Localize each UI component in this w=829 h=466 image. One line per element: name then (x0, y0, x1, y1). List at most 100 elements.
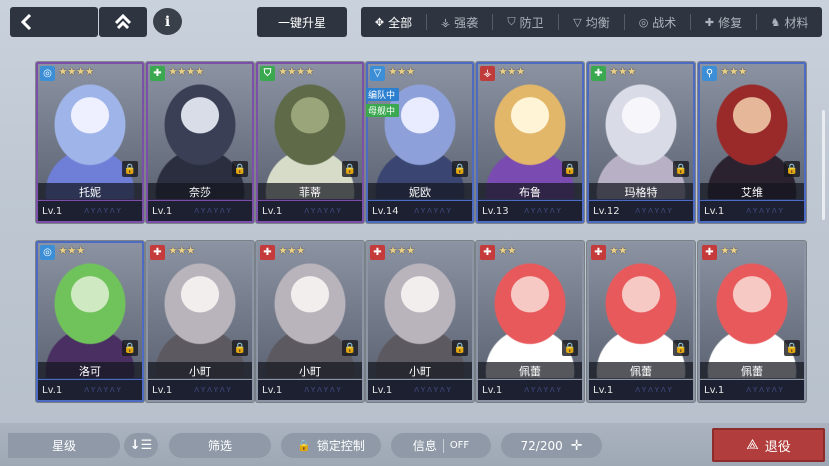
character-name: 洛可 (38, 362, 142, 379)
role-tabs: ✥ 全部 ⚶ 强袭 ⛉ 防卫 ▽ 均衡 ◎ 战术 ✚ 修复 ♞ 材料 (361, 7, 822, 37)
shipgirl-card[interactable]: ✚ ★★★ 🔒 小町 Lv.1 ʌʏʌʏʌʏ (146, 241, 254, 402)
info-button[interactable]: i (153, 8, 182, 35)
star-rating: ★★ (498, 244, 517, 257)
dock-count: 72/200 (520, 438, 563, 453)
shipgirl-card[interactable]: ✚ ★★★ 🔒 小町 Lv.1 ʌʏʌʏʌʏ (256, 241, 364, 402)
role-defense-icon: ⛉ (260, 66, 275, 81)
role-assault-icon: ⚶ (480, 66, 495, 81)
level-label: Lv.1 (262, 384, 283, 396)
tab-material[interactable]: ♞ 材料 (757, 7, 822, 37)
chevron-decor: ʌʏʌʏʌʏ (194, 385, 233, 395)
star-rating: ★★★ (498, 65, 526, 78)
role-repair-icon: ✚ (591, 66, 606, 81)
star-rating: ★★★ (720, 65, 748, 78)
character-portrait (700, 243, 804, 378)
chevron-decor: ʌʏʌʏʌʏ (84, 385, 123, 395)
character-name: 艾维 (700, 183, 804, 200)
shipgirl-card[interactable]: ✚ ★★ 🔒 佩蕾 Lv.1 ʌʏʌʏʌʏ (476, 241, 584, 402)
lock-icon[interactable]: 🔒 (122, 161, 138, 177)
tab-all[interactable]: ✥ 全部 (361, 7, 426, 37)
one-click-upgrade-button[interactable]: 一键升星 (257, 7, 347, 37)
chevron-decor: ʌʏʌʏʌʏ (414, 385, 453, 395)
level-bar: Lv.14 ʌʏʌʏʌʏ (368, 201, 472, 221)
role-repair-red-icon: ✚ (150, 245, 165, 260)
back-button[interactable] (10, 7, 98, 37)
character-name: 布鲁 (478, 183, 582, 200)
retire-button[interactable]: ⟁ 退役 (712, 428, 825, 462)
rarity-sort-button[interactable]: 星级 (8, 433, 120, 458)
level-label: Lv.1 (262, 205, 283, 217)
lock-icon[interactable]: 🔒 (562, 161, 578, 177)
shipgirl-card[interactable]: ◎ ★★★ 🔒 洛可 Lv.1 ʌʏʌʏʌʏ (36, 241, 144, 402)
in-mothership-tag: 母舰中 (366, 104, 400, 117)
tab-repair[interactable]: ✚ 修复 (691, 7, 756, 37)
character-name: 小町 (148, 362, 252, 379)
repair-icon: ✚ (704, 15, 715, 29)
back-arrow-icon (20, 14, 32, 30)
tab-tactics[interactable]: ◎ 战术 (625, 7, 690, 37)
level-bar: Lv.1 ʌʏʌʏʌʏ (589, 380, 693, 400)
home-icon (114, 14, 132, 30)
tab-label: 强袭 (454, 15, 479, 30)
shipgirl-card[interactable]: ⛉ ★★★★ 🔒 菲蒂 Lv.1 ʌʏʌʏʌʏ (256, 62, 364, 223)
shipgirl-card[interactable]: ✚ ★★★ 🔒 玛格特 Lv.12 ʌʏʌʏʌʏ (587, 62, 695, 223)
level-label: Lv.1 (482, 384, 503, 396)
shipgirl-card[interactable]: ⚲ ★★★ 🔒 艾维 Lv.1 ʌʏʌʏʌʏ (698, 62, 806, 223)
level-label: Lv.12 (593, 205, 620, 217)
level-label: Lv.1 (152, 205, 173, 217)
filter-label: 筛选 (207, 439, 232, 453)
shipgirl-card[interactable]: ◎ ★★★★ 🔒 托妮 Lv.1 ʌʏʌʏʌʏ (36, 62, 144, 223)
character-name: 奈莎 (148, 183, 252, 200)
level-bar: Lv.12 ʌʏʌʏʌʏ (589, 201, 693, 221)
sort-order-button[interactable]: ↓☰ (124, 433, 158, 458)
lock-icon[interactable]: 🔒 (784, 340, 800, 356)
in-fleet-tag: 编队中 (366, 88, 400, 101)
level-label: Lv.13 (482, 205, 509, 217)
shipgirl-card[interactable]: ▽ ★★★ 🔒 妮欧 Lv.14 ʌʏʌʏʌʏ 编队中 母舰中 (366, 62, 474, 223)
info-label: 信息 (412, 439, 437, 453)
star-rating: ★★★ (609, 65, 637, 78)
home-button[interactable] (99, 7, 147, 37)
tab-assault[interactable]: ⚶ 强袭 (427, 7, 492, 37)
star-rating: ★★ (720, 244, 739, 257)
tab-label: 全部 (388, 15, 413, 30)
character-name: 佩蕾 (478, 362, 582, 379)
lock-icon[interactable]: 🔒 (342, 161, 358, 177)
shipgirl-card[interactable]: ✚ ★★ 🔒 佩蕾 Lv.1 ʌʏʌʏʌʏ (587, 241, 695, 402)
tab-defense[interactable]: ⛉ 防卫 (493, 7, 558, 37)
lock-icon[interactable]: 🔒 (342, 340, 358, 356)
role-tactics-icon: ◎ (40, 66, 55, 81)
shipgirl-card[interactable]: ✚ ★★★ 🔒 小町 Lv.1 ʌʏʌʏʌʏ (366, 241, 474, 402)
lock-icon[interactable]: 🔒 (784, 161, 800, 177)
tab-balance[interactable]: ▽ 均衡 (559, 7, 624, 37)
lock-icon[interactable]: 🔒 (122, 340, 138, 356)
character-name: 小町 (368, 362, 472, 379)
role-repair-red-icon: ✚ (480, 245, 495, 260)
shipgirl-card[interactable]: ✚ ★★★★ 🔒 奈莎 Lv.1 ʌʏʌʏʌʏ (146, 62, 254, 223)
shipgirl-card[interactable]: ⚶ ★★★ 🔒 布鲁 Lv.13 ʌʏʌʏʌʏ (476, 62, 584, 223)
scrollbar[interactable] (822, 110, 825, 220)
lock-icon[interactable]: 🔒 (452, 161, 468, 177)
filter-button[interactable]: 筛选 (169, 433, 271, 458)
lock-icon[interactable]: 🔒 (673, 340, 689, 356)
lock-icon[interactable]: 🔒 (232, 161, 248, 177)
character-name: 妮欧 (368, 183, 472, 200)
lock-icon[interactable]: 🔒 (452, 340, 468, 356)
character-portrait (478, 64, 582, 199)
dock-capacity[interactable]: 72/200 ✛ (501, 433, 602, 458)
tab-label: 材料 (784, 15, 809, 30)
level-bar: Lv.1 ʌʏʌʏʌʏ (38, 201, 142, 221)
level-label: Lv.1 (593, 384, 614, 396)
lock-control-button[interactable]: 🔒 锁定控制 (281, 433, 381, 458)
shipgirl-card[interactable]: ✚ ★★ 🔒 佩蕾 Lv.1 ʌʏʌʏʌʏ (698, 241, 806, 402)
character-name: 佩蕾 (700, 362, 804, 379)
level-label: Lv.14 (372, 205, 399, 217)
info-toggle-state: OFF (449, 440, 470, 451)
info-toggle-button[interactable]: 信息 OFF (391, 433, 491, 458)
lock-icon[interactable]: 🔒 (562, 340, 578, 356)
lock-icon[interactable]: 🔒 (232, 340, 248, 356)
lock-icon[interactable]: 🔒 (673, 161, 689, 177)
tactics-icon: ◎ (638, 15, 649, 29)
level-label: Lv.1 (42, 205, 63, 217)
tab-label: 防卫 (519, 15, 544, 30)
